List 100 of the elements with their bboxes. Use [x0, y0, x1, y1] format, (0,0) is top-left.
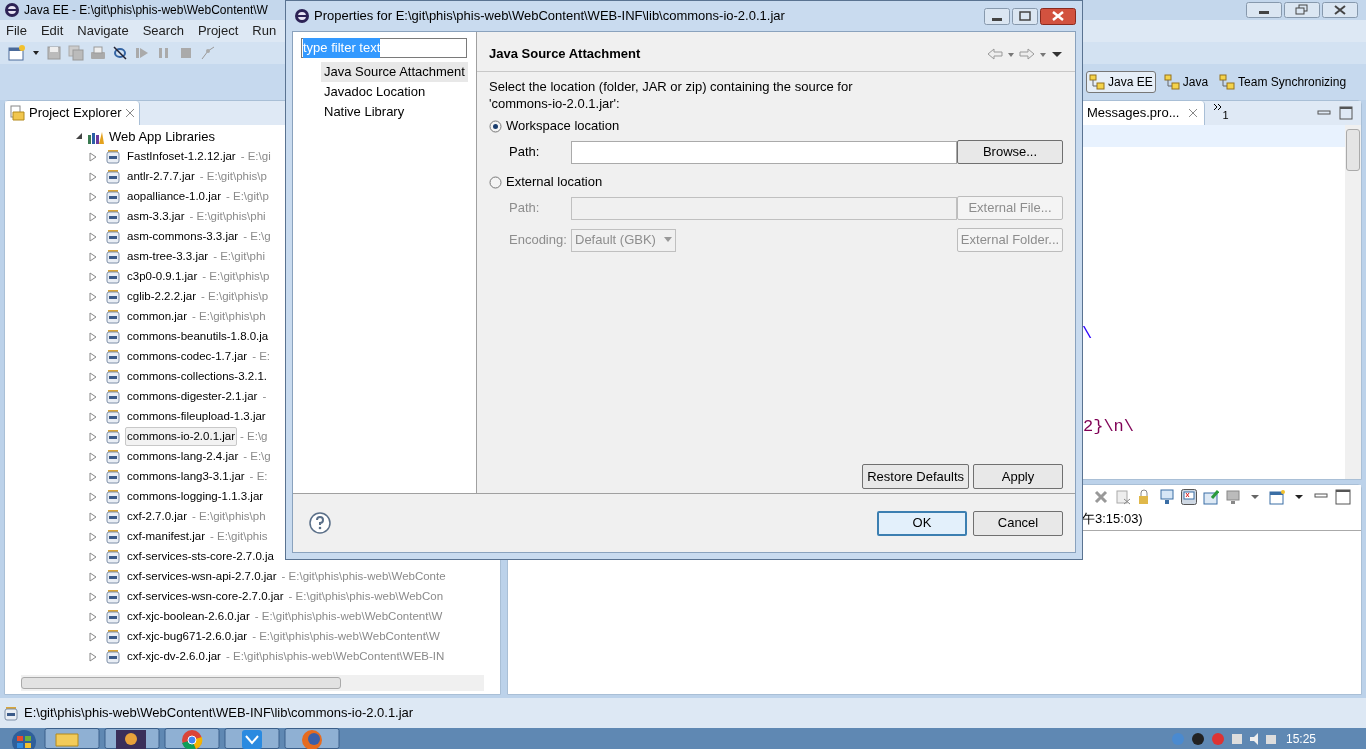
tree-item[interactable]: cxf-services-sts-core-2.7.0.ja [125, 547, 276, 567]
collapsed-icon[interactable] [89, 171, 97, 182]
collapsed-icon[interactable] [89, 311, 97, 322]
eclipse-icon[interactable] [104, 728, 160, 749]
collapsed-icon[interactable] [89, 531, 97, 542]
perspective-button[interactable]: Java EE [1086, 70, 1156, 93]
tree-item[interactable]: c3p0-0.9.1.jar [125, 267, 200, 287]
forward-arrow-icon[interactable] [1019, 47, 1035, 60]
tree-item[interactable]: cxf-manifest.jar [125, 527, 207, 547]
menu-item[interactable]: Run [252, 21, 277, 41]
dialog-button[interactable]: OK [877, 510, 967, 536]
collapsed-icon[interactable] [89, 491, 97, 502]
collapsed-icon[interactable] [89, 551, 97, 562]
collapsed-icon[interactable] [89, 371, 97, 382]
tree-item[interactable]: asm-3.3.jar [125, 207, 187, 227]
clear-icon[interactable] [1115, 488, 1131, 505]
collapsed-icon[interactable] [89, 331, 97, 342]
page-button[interactable]: Apply [973, 464, 1063, 489]
print-icon[interactable] [90, 44, 106, 61]
folder-icon[interactable] [44, 728, 100, 749]
skip-breakpoints-icon[interactable] [112, 44, 128, 61]
tree-item[interactable]: commons-fileupload-1.3.jar [125, 407, 268, 427]
tree-item[interactable]: commons-logging-1.1.3.jar [125, 487, 266, 507]
tree-item[interactable]: commons-lang-2.4.jar [125, 447, 241, 467]
tree-item[interactable]: commons-digester-2.1.jar [125, 387, 260, 407]
collapsed-icon[interactable] [89, 191, 97, 202]
tree-item[interactable]: aopalliance-1.0.jar [125, 187, 223, 207]
path-field[interactable] [571, 140, 957, 164]
remove-icon[interactable] [1093, 488, 1109, 505]
new-icon[interactable] [8, 44, 26, 61]
back-arrow-icon[interactable] [987, 47, 1003, 60]
firefox-icon[interactable] [284, 728, 340, 749]
maximize-icon[interactable] [1339, 105, 1353, 120]
page-item[interactable]: Javadoc Location [321, 82, 476, 102]
maximize-button[interactable] [1012, 7, 1038, 25]
collapsed-icon[interactable] [89, 651, 97, 662]
tree-item[interactable]: commons-lang3-3.1.jar [125, 467, 247, 487]
collapsed-icon[interactable] [89, 271, 97, 282]
tree-item[interactable]: commons-collections-3.2.1. [125, 367, 269, 387]
collapsed-icon[interactable] [89, 631, 97, 642]
collapsed-icon[interactable] [89, 511, 97, 522]
tree-item[interactable]: asm-commons-3.3.jar [125, 227, 241, 247]
tree-item[interactable]: commons-codec-1.7.jar [125, 347, 250, 367]
console-icon[interactable] [1181, 488, 1197, 505]
help-icon[interactable] [309, 512, 331, 534]
tree-item[interactable]: cxf-services-wsn-core-2.7.0.jar [125, 587, 286, 607]
menu-item[interactable]: Navigate [77, 21, 129, 41]
editor-tab[interactable]: Messages.pro... [1081, 100, 1205, 125]
view-tab[interactable]: Project Explorer [5, 100, 141, 125]
menu-item[interactable]: Edit [40, 21, 64, 41]
app-icon[interactable] [224, 728, 280, 749]
browse-button[interactable]: Browse... [957, 140, 1063, 164]
maximize-icon[interactable] [1335, 488, 1351, 505]
horizontal-scrollbar[interactable] [21, 674, 484, 691]
collapsed-icon[interactable] [89, 571, 97, 582]
tree-item[interactable]: cxf-xjc-boolean-2.6.0.jar [125, 607, 252, 627]
collapsed-icon[interactable] [89, 591, 97, 602]
tree-item[interactable]: cglib-2.2.2.jar [125, 287, 199, 307]
disconnect-icon[interactable] [200, 44, 216, 61]
tree-item[interactable]: common.jar [125, 307, 190, 327]
save-all-icon[interactable] [68, 44, 84, 61]
perspective-button[interactable]: Java [1160, 70, 1212, 93]
close-button[interactable] [1322, 1, 1358, 18]
expanded-icon[interactable] [75, 131, 83, 142]
dialog-button[interactable]: Cancel [973, 510, 1063, 536]
new-console-icon[interactable] [1269, 488, 1285, 505]
collapsed-icon[interactable] [89, 291, 97, 302]
close-button[interactable] [1040, 7, 1076, 25]
collapsed-icon[interactable] [89, 471, 97, 482]
display-icon[interactable] [1225, 488, 1241, 505]
collapsed-icon[interactable] [89, 451, 97, 462]
collapsed-icon[interactable] [89, 611, 97, 622]
perspective-button[interactable]: Team Synchronizing [1216, 70, 1350, 93]
minimize-button[interactable] [984, 7, 1010, 25]
save-icon[interactable] [46, 44, 62, 61]
tree-item[interactable]: Web App Libraries [109, 126, 215, 147]
tree-item[interactable]: cxf-xjc-dv-2.6.0.jar [125, 647, 223, 667]
minimize-button[interactable] [1246, 1, 1282, 18]
collapsed-icon[interactable] [89, 251, 97, 262]
close-icon[interactable] [1187, 107, 1198, 118]
vertical-scrollbar[interactable] [1345, 124, 1361, 479]
minimize-icon[interactable] [1317, 107, 1331, 118]
tree-item[interactable]: cxf-services-wsn-api-2.7.0.jar [125, 567, 279, 587]
radio-button[interactable] [489, 119, 502, 133]
chrome-icon[interactable] [164, 728, 220, 749]
collapsed-icon[interactable] [89, 211, 97, 222]
collapsed-icon[interactable] [89, 431, 97, 442]
pin-icon[interactable] [1203, 488, 1219, 505]
menu-item[interactable]: Project [197, 21, 239, 41]
tree-item[interactable]: asm-tree-3.3.jar [125, 247, 211, 267]
overflow-tabs-button[interactable]: 1 [1212, 102, 1229, 123]
close-icon[interactable] [125, 107, 136, 118]
tree-item[interactable]: cxf-xjc-bug671-2.6.0.jar [125, 627, 250, 647]
collapsed-icon[interactable] [89, 351, 97, 362]
collapsed-icon[interactable] [89, 391, 97, 402]
page-item[interactable]: Java Source Attachment [321, 62, 468, 82]
collapsed-icon[interactable] [89, 151, 97, 162]
console-icon[interactable] [1159, 488, 1175, 505]
page-button[interactable]: Restore Defaults [862, 464, 969, 489]
tree-item[interactable]: FastInfoset-1.2.12.jar [125, 147, 238, 167]
